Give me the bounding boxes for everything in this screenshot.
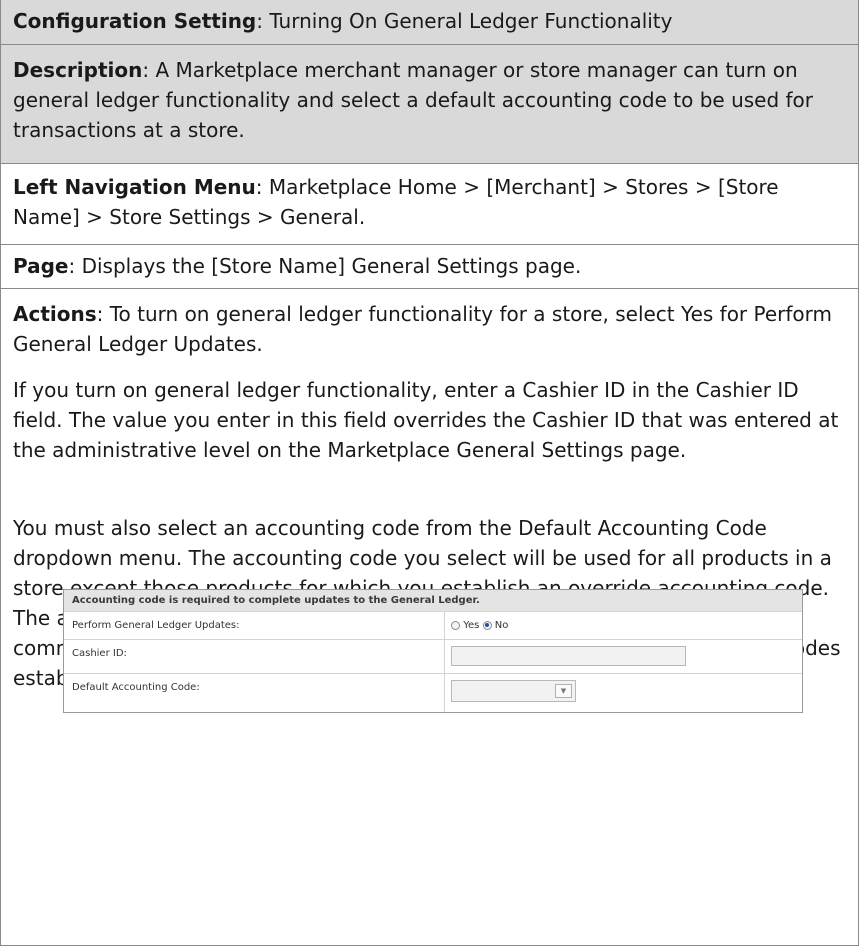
nav-label: Left Navigation Menu (13, 175, 256, 199)
nav-row: Left Navigation Menu: Marketplace Home >… (1, 163, 858, 244)
perform-updates-radios: Yes No (451, 620, 508, 631)
cashier-id-cell (444, 640, 686, 673)
yes-radio-label: Yes (463, 620, 480, 631)
actions-text: Actions: To turn on general ledger funct… (13, 299, 848, 359)
config-label: Configuration Setting (13, 9, 257, 33)
actions-value: : To turn on general ledger functionalit… (13, 302, 833, 356)
dropdown-arrow-icon[interactable]: ▼ (555, 684, 572, 698)
default-code-label: Default Accounting Code: (72, 682, 200, 693)
no-radio[interactable] (482, 620, 492, 630)
config-value: : Turning On General Ledger Functionalit… (256, 9, 673, 33)
perform-updates-options: Yes No (444, 612, 508, 639)
perform-updates-row: Perform General Ledger Updates: Yes No (64, 612, 802, 640)
description-text: Description: A Marketplace merchant mana… (13, 55, 848, 145)
default-code-select[interactable]: ▼ (451, 680, 576, 702)
actions-para2: If you turn on general ledger functional… (13, 378, 839, 462)
cashier-id-input[interactable] (451, 646, 686, 666)
perform-updates-label: Perform General Ledger Updates: (72, 620, 240, 631)
page-value: : Displays the [Store Name] General Sett… (68, 254, 582, 278)
default-code-row: Default Accounting Code: ▼ (64, 674, 802, 712)
description-label: Description (13, 58, 143, 82)
config-text: Configuration Setting: Turning On Genera… (13, 6, 848, 36)
form-header-text: Accounting code is required to complete … (72, 595, 480, 606)
config-row: Configuration Setting: Turning On Genera… (1, 0, 858, 44)
default-code-cell: ▼ (444, 674, 576, 712)
settings-table: Configuration Setting: Turning On Genera… (0, 0, 859, 946)
form-screenshot: Accounting code is required to complete … (63, 589, 803, 713)
page-text: Page: Displays the [Store Name] General … (13, 251, 848, 281)
nav-text: Left Navigation Menu: Marketplace Home >… (13, 172, 848, 232)
cashier-id-label: Cashier ID: (72, 648, 127, 659)
description-row: Description: A Marketplace merchant mana… (1, 44, 858, 163)
page-row: Page: Displays the [Store Name] General … (1, 244, 858, 288)
yes-radio[interactable] (451, 620, 460, 630)
cashier-id-row: Cashier ID: (64, 640, 802, 674)
no-radio-label: No (494, 620, 509, 631)
page-label: Page (13, 254, 69, 278)
actions-label: Actions (13, 302, 97, 326)
form-header: Accounting code is required to complete … (64, 590, 802, 612)
